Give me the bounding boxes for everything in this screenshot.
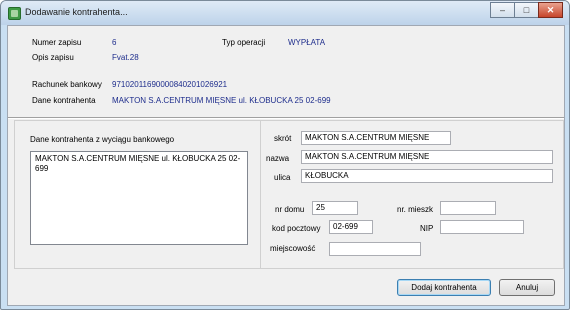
- ulica-input[interactable]: KŁOBUCKA: [301, 169, 553, 183]
- dane-kontrahenta-value: MAKTON S.A.CENTRUM MIĘSNE ul. KŁOBUCKA 2…: [112, 96, 331, 105]
- numer-zapisu-label: Numer zapisu: [32, 38, 82, 47]
- rachunek-label: Rachunek bankowy: [32, 80, 102, 89]
- bank-data-label: Dane kontrahenta z wyciągu bankowego: [30, 135, 175, 144]
- minimize-button[interactable]: –: [490, 2, 515, 18]
- nr-domu-input[interactable]: 25: [312, 201, 358, 215]
- typ-operacji-label: Typ operacji: [222, 38, 266, 47]
- title-bar[interactable]: Dodawanie kontrahenta... – □ ✕: [1, 1, 569, 25]
- maximize-icon: □: [523, 5, 530, 15]
- ulica-label: ulica: [274, 173, 291, 182]
- miejscowosc-label: miejscowość: [270, 244, 316, 253]
- divider: [8, 117, 564, 119]
- bank-data-memo[interactable]: MAKTON S.A.CENTRUM MIĘSNE ul. KŁOBUCKA 2…: [30, 151, 248, 245]
- nip-input[interactable]: [440, 220, 524, 234]
- numer-zapisu-value: 6: [112, 38, 117, 47]
- nr-domu-label: nr domu: [275, 205, 305, 214]
- skrot-label: skrót: [274, 134, 292, 143]
- close-button[interactable]: ✕: [538, 2, 563, 18]
- skrot-input[interactable]: MAKTON S.A.CENTRUM MIĘSNE: [301, 131, 451, 145]
- dialog-window: Dodawanie kontrahenta... – □ ✕ Numer zap…: [0, 0, 570, 310]
- typ-operacji-value: WYPŁATA: [288, 38, 326, 47]
- rachunek-value: 97102011690000840201026921: [112, 80, 228, 89]
- opis-zapisu-label: Opis zapisu: [32, 53, 74, 62]
- kod-pocztowy-label: kod pocztowy: [272, 224, 321, 233]
- close-icon: ✕: [546, 4, 555, 15]
- dodaj-kontrahenta-button[interactable]: Dodaj kontrahenta: [397, 279, 491, 296]
- miejscowosc-input[interactable]: [329, 242, 421, 256]
- dane-kontrahenta-label: Dane kontrahenta: [32, 96, 96, 105]
- nr-mieszk-input[interactable]: [440, 201, 496, 215]
- window-title: Dodawanie kontrahenta...: [25, 7, 128, 17]
- nr-mieszk-label: nr. mieszk: [397, 205, 434, 214]
- nazwa-label: nazwa: [266, 154, 290, 163]
- dialog-body: Numer zapisu 6 Typ operacji WYPŁATA Opis…: [7, 25, 565, 306]
- nazwa-input[interactable]: MAKTON S.A.CENTRUM MIĘSNE: [301, 150, 553, 164]
- minimize-icon: –: [499, 5, 505, 15]
- maximize-button[interactable]: □: [514, 2, 539, 18]
- nip-label: NIP: [420, 224, 434, 233]
- opis-zapisu-value: Fvat.28: [112, 53, 139, 62]
- anuluj-button[interactable]: Anuluj: [499, 279, 555, 296]
- kod-pocztowy-input[interactable]: 02-699: [329, 220, 373, 234]
- app-icon: [8, 7, 21, 20]
